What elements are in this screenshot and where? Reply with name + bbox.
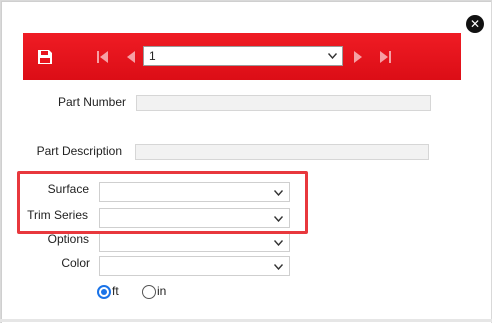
chevron-down-icon (274, 240, 283, 246)
save-icon[interactable] (37, 49, 53, 65)
surface-select[interactable] (99, 182, 290, 202)
unit-in-radio[interactable] (142, 285, 156, 299)
part-description-label: Part Description (36, 144, 122, 158)
unit-in-label: in (157, 284, 167, 298)
unit-ft-label: ft (112, 284, 119, 298)
options-label: Options (47, 232, 89, 246)
record-select-value: 1 (149, 49, 156, 63)
chevron-down-icon (328, 53, 337, 59)
color-label: Color (61, 256, 90, 270)
last-record-icon[interactable] (379, 50, 391, 64)
next-record-icon[interactable] (353, 50, 363, 64)
record-select[interactable]: 1 (143, 46, 343, 66)
record-toolbar: 1 (23, 33, 461, 80)
close-icon: ✕ (469, 17, 481, 31)
dialog: ✕ 1 Part Number Part Description Surface… (1, 1, 491, 323)
chevron-down-icon (274, 216, 283, 222)
surface-label: Surface (47, 182, 89, 196)
close-button[interactable]: ✕ (466, 15, 484, 33)
color-select[interactable] (99, 256, 290, 276)
previous-record-icon[interactable] (126, 50, 136, 64)
part-number-label: Part Number (57, 95, 126, 109)
first-record-icon[interactable] (97, 50, 109, 64)
trim-series-label: Trim Series (27, 208, 88, 222)
trim-series-select[interactable] (99, 208, 290, 228)
part-description-field[interactable] (135, 144, 429, 160)
chevron-down-icon (274, 190, 283, 196)
unit-ft-radio[interactable] (97, 285, 111, 299)
part-number-field[interactable] (136, 95, 431, 111)
options-select[interactable] (99, 232, 290, 252)
chevron-down-icon (274, 264, 283, 270)
